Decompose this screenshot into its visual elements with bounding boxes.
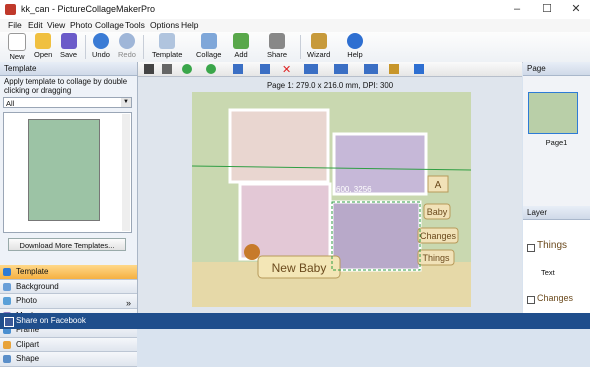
- facebook-icon: [4, 317, 14, 327]
- left-panel: Template Apply template to collage by do…: [0, 62, 138, 367]
- scrollbar[interactable]: [122, 114, 130, 231]
- menu-bar: File Edit View Photo Collage Tools Optio…: [0, 19, 590, 32]
- collage-icon: [200, 33, 217, 49]
- layer-panel-title: Layer: [523, 206, 590, 220]
- layer-panel: Layer Things Text Changes: [523, 206, 590, 313]
- more-button[interactable]: »: [126, 298, 131, 308]
- new-document-icon: [8, 33, 26, 51]
- download-templates-button[interactable]: Download More Templates...: [8, 238, 126, 251]
- nav-clipart[interactable]: Clipart: [0, 337, 137, 352]
- minimize-button[interactable]: –: [502, 0, 532, 19]
- template-icon: [3, 268, 11, 276]
- new-baby-text: New Baby: [272, 261, 327, 275]
- nav-template[interactable]: Template: [0, 265, 137, 280]
- add-photo-icon: [233, 33, 249, 49]
- save-button[interactable]: Save: [60, 33, 77, 59]
- edit-toolbar: ✕: [138, 62, 522, 77]
- new-button[interactable]: New: [8, 33, 26, 61]
- folder-icon: [35, 33, 52, 49]
- window-title: kk_can - PictureCollageMakerPro: [21, 4, 156, 14]
- add-button[interactable]: Add: [233, 33, 249, 59]
- share-button[interactable]: Share: [267, 33, 287, 59]
- status-bar: Share on Facebook: [0, 313, 590, 329]
- title-bar: kk_can - PictureCollageMakerPro – ☐ ✕: [0, 0, 590, 20]
- redo-icon: [118, 33, 135, 49]
- menu-photo[interactable]: Photo: [70, 20, 92, 30]
- align-icon[interactable]: [304, 64, 318, 74]
- clipart-icon: [3, 340, 11, 349]
- template-button[interactable]: Template: [152, 33, 182, 59]
- wand-icon: [310, 33, 327, 49]
- page-thumbnail[interactable]: [528, 92, 578, 134]
- wizard-button[interactable]: Wizard: [307, 33, 330, 59]
- shape-icon: [3, 355, 11, 363]
- main-toolbar: New Open Save Undo Redo Template Collage…: [0, 32, 590, 63]
- printer-icon: [269, 33, 285, 49]
- app-icon: [5, 4, 16, 15]
- template-thumbnail-list[interactable]: [3, 112, 132, 233]
- undo-button[interactable]: Undo: [92, 33, 110, 59]
- collage-button[interactable]: Collage: [196, 33, 221, 59]
- delete-icon[interactable]: ✕: [282, 63, 291, 76]
- right-panel: Page Page1 Layer Things Text Changes: [523, 62, 590, 313]
- template-thumbnail[interactable]: [28, 119, 100, 221]
- background-icon: [3, 282, 11, 291]
- letter-a-text: A: [435, 180, 442, 191]
- redo-button[interactable]: Redo: [118, 33, 136, 59]
- chevron-down-icon[interactable]: ▼: [121, 98, 131, 107]
- photo-icon: [3, 297, 11, 305]
- layer-checkbox[interactable]: [527, 296, 535, 304]
- lion-clipart: [244, 244, 260, 260]
- nav-shape[interactable]: Shape: [0, 352, 137, 367]
- layer-label[interactable]: Things: [537, 240, 567, 251]
- help-icon: [347, 33, 363, 49]
- person-icon[interactable]: [144, 64, 154, 74]
- floppy-icon: [60, 33, 77, 49]
- arrow-down-icon[interactable]: [206, 64, 216, 74]
- maximize-button[interactable]: ☐: [532, 0, 562, 19]
- category-select[interactable]: All ▼: [3, 97, 132, 108]
- collage-canvas[interactable]: A Baby Changes Things New Baby 600, 3256: [192, 92, 471, 307]
- baby-text: Baby: [427, 207, 448, 217]
- nav-background[interactable]: Background: [0, 279, 137, 294]
- nav-photo[interactable]: Photo: [0, 294, 137, 309]
- layer-checkbox[interactable]: [527, 244, 535, 252]
- send-back-icon[interactable]: [260, 64, 270, 74]
- layer-type: Text: [541, 268, 555, 277]
- template-hint: Apply template to collage by double clic…: [4, 77, 128, 95]
- size-readout: 600, 3256: [336, 185, 372, 194]
- things-text: Things: [422, 253, 450, 263]
- menu-edit[interactable]: Edit: [28, 20, 43, 30]
- canvas-area: ✕ Page 1: 279.0 x 216.0 mm, DPI: 300 A B…: [138, 62, 522, 313]
- page-label: Page1: [545, 138, 568, 147]
- undo-icon: [92, 33, 109, 49]
- template-icon: [159, 33, 176, 49]
- menu-collage[interactable]: Collage: [95, 20, 124, 30]
- photo-frame-1: [228, 108, 330, 184]
- panel-title: Template: [0, 62, 137, 76]
- crop-icon[interactable]: [162, 64, 172, 74]
- page-info: Page 1: 279.0 x 216.0 mm, DPI: 300: [266, 81, 394, 90]
- distribute-icon[interactable]: [334, 64, 348, 74]
- changes-text: Changes: [420, 231, 457, 241]
- menu-file[interactable]: File: [8, 20, 22, 30]
- help-button[interactable]: Help: [347, 33, 363, 59]
- menu-tools[interactable]: Tools: [125, 20, 145, 30]
- bring-front-icon[interactable]: [233, 64, 243, 74]
- menu-options[interactable]: Options: [150, 20, 179, 30]
- menu-view[interactable]: View: [47, 20, 65, 30]
- page-panel-title: Page: [523, 62, 590, 76]
- menu-help[interactable]: Help: [181, 20, 198, 30]
- info-icon[interactable]: [414, 64, 424, 74]
- layer-label[interactable]: Changes: [537, 293, 573, 303]
- close-button[interactable]: ✕: [561, 0, 590, 19]
- share-facebook-link[interactable]: Share on Facebook: [16, 316, 86, 325]
- photo-frame-4: [330, 200, 422, 272]
- open-button[interactable]: Open: [34, 33, 52, 59]
- photo-edit-icon[interactable]: [389, 64, 399, 74]
- arrow-up-icon[interactable]: [182, 64, 192, 74]
- size-icon[interactable]: [364, 64, 378, 74]
